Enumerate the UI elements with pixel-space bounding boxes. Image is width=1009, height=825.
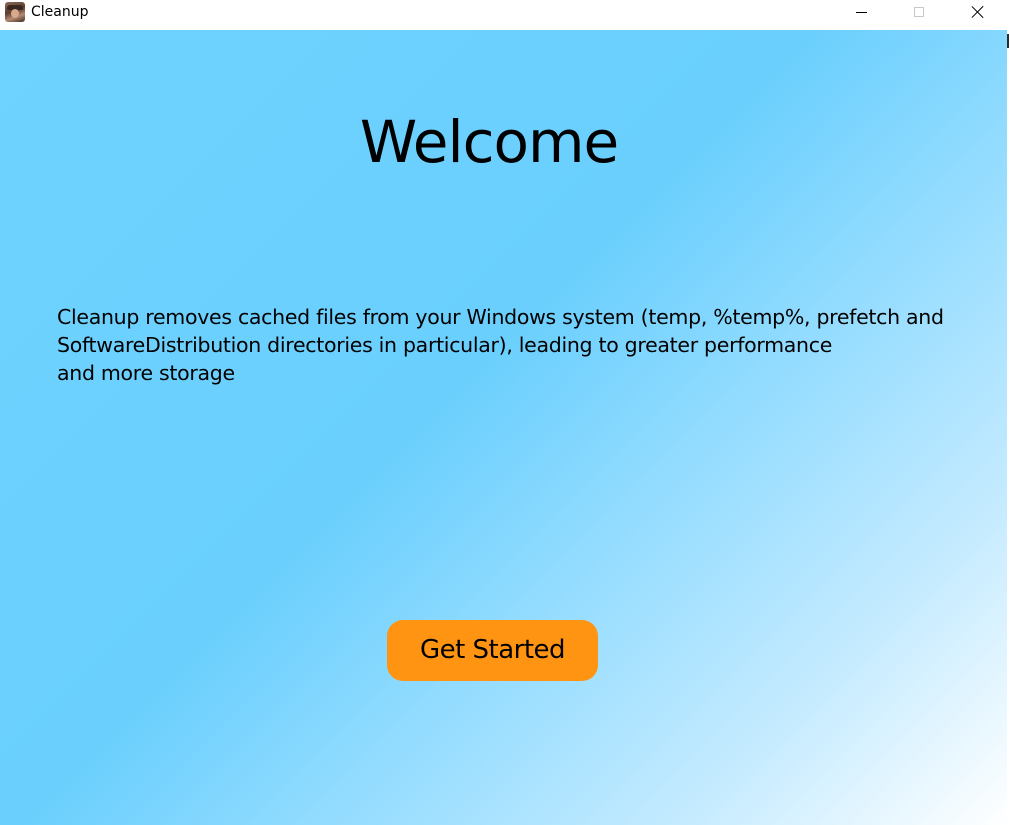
maximize-icon (914, 7, 924, 17)
title-bar[interactable]: Cleanup (0, 0, 1009, 30)
description-line: and more storage (57, 361, 235, 385)
description-line: Cleanup removes cached files from your W… (57, 305, 944, 329)
app-window: Cleanup Welcome Cleanup removes cached f… (0, 0, 1009, 825)
main-panel: Welcome Cleanup removes cached files fro… (0, 30, 1007, 825)
window-title: Cleanup (31, 4, 89, 20)
minimize-button[interactable] (838, 0, 884, 24)
description-text: Cleanup removes cached files from your W… (57, 303, 977, 387)
close-button[interactable] (955, 0, 1001, 24)
welcome-heading: Welcome (359, 108, 619, 176)
get-started-button[interactable]: Get Started (387, 620, 598, 681)
avatar-face (11, 9, 19, 18)
description-line: SoftwareDistribution directories in part… (57, 333, 833, 357)
close-icon (971, 5, 985, 19)
app-avatar-icon (5, 2, 25, 22)
minimize-icon (855, 11, 867, 13)
maximize-button[interactable] (896, 0, 942, 24)
